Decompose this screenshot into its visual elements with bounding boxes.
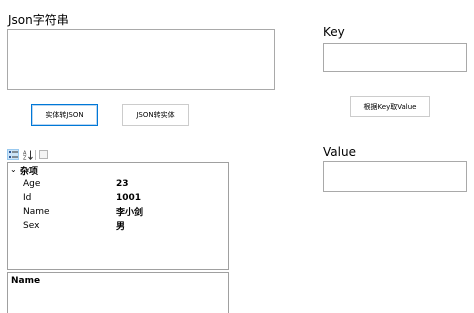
entity-to-json-button[interactable]: 实体转JSON (31, 104, 98, 126)
category-label: 杂项 (20, 167, 39, 177)
property-row[interactable]: Age 23 (8, 177, 228, 190)
value-label: Value (323, 145, 356, 159)
categorized-sort-icon[interactable] (7, 149, 19, 160)
get-value-by-key-button[interactable]: 根据Key取Value (350, 96, 430, 117)
json-to-entity-button[interactable]: JSON转实体 (122, 104, 189, 126)
property-row[interactable]: Id 1001 (8, 191, 228, 204)
property-name: Age (23, 178, 41, 189)
property-value[interactable]: 男 (116, 219, 125, 232)
toolbar-separator (35, 150, 36, 160)
json-string-label: Json字符串 (8, 13, 69, 27)
json-string-textarea[interactable] (7, 29, 275, 90)
category-row[interactable]: ⌄ 杂项 (8, 164, 228, 177)
svg-text:Z: Z (23, 155, 27, 160)
property-row[interactable]: Sex 男 (8, 219, 228, 233)
alphabetical-sort-icon[interactable]: A Z (22, 149, 34, 160)
property-row[interactable]: Name 李小剑 (8, 205, 228, 219)
description-title: Name (11, 276, 41, 286)
property-grid[interactable]: ⌄ 杂项 Age 23 Id 1001 Name 李小剑 Sex 男 (7, 162, 229, 270)
property-value[interactable]: 1001 (116, 193, 141, 203)
key-input[interactable] (323, 43, 467, 72)
property-pages-icon[interactable] (37, 149, 49, 160)
property-name: Id (23, 192, 32, 203)
property-name: Name (23, 206, 50, 217)
property-value[interactable]: 李小剑 (116, 205, 143, 218)
property-pages-glyph-icon (38, 150, 48, 159)
value-output[interactable] (323, 161, 467, 192)
property-description-panel: Name (7, 272, 229, 313)
categorized-glyph-icon (8, 150, 18, 158)
property-value[interactable]: 23 (116, 179, 129, 189)
az-sort-glyph-icon: A Z (23, 150, 33, 160)
key-label: Key (323, 25, 345, 39)
property-name: Sex (23, 220, 40, 231)
chevron-down-icon[interactable]: ⌄ (10, 165, 17, 174)
